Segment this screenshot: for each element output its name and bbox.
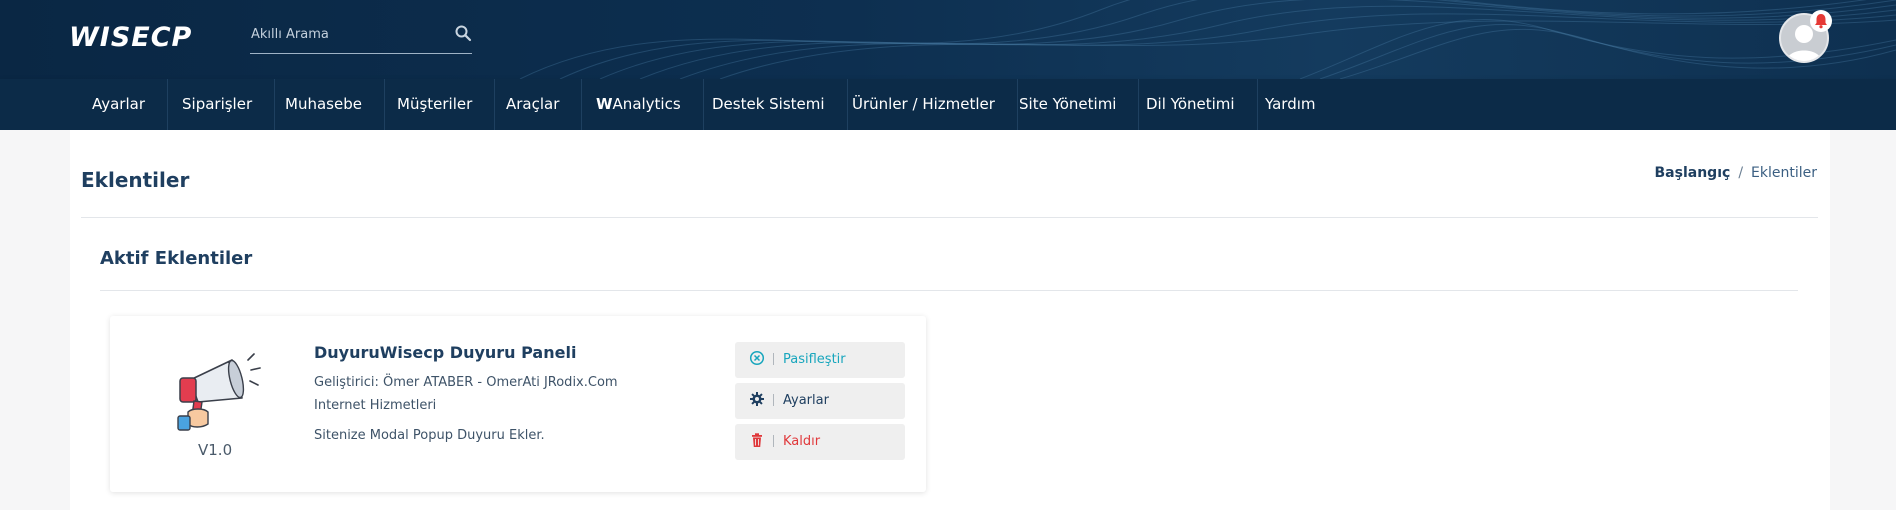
trash-icon bbox=[752, 433, 762, 447]
breadcrumb-home-link[interactable]: Başlangıç bbox=[1655, 165, 1731, 181]
settings-button[interactable]: Ayarlar bbox=[735, 383, 905, 419]
remove-label: Kaldır bbox=[783, 434, 821, 449]
bell-icon bbox=[1815, 14, 1827, 29]
search-input[interactable] bbox=[251, 24, 441, 44]
search-icon[interactable] bbox=[454, 24, 472, 42]
plugin-name: DuyuruWisecp Duyuru Paneli bbox=[314, 343, 577, 362]
plugin-version: V1.0 bbox=[198, 441, 233, 459]
deactivate-label: Pasifleştir bbox=[783, 352, 846, 367]
search-box bbox=[250, 21, 472, 54]
wisecp-logo[interactable]: WISECP bbox=[69, 22, 192, 53]
nav-item-muhasebe[interactable]: Muhasebe bbox=[285, 79, 385, 130]
deactivate-button[interactable]: Pasifleştir bbox=[735, 342, 905, 378]
nav-item-urunler-hizmetler[interactable]: Ürünler / Hizmetler bbox=[852, 79, 1018, 130]
plugin-card: V1.0 DuyuruWisecp Duyuru Paneli Geliştir… bbox=[110, 316, 926, 492]
nav-item-destek-sistemi[interactable]: Destek Sistemi bbox=[712, 79, 848, 130]
breadcrumb-separator: / bbox=[1738, 165, 1744, 181]
page-title: Eklentiler bbox=[81, 168, 190, 192]
button-separator bbox=[773, 434, 774, 447]
nav-item-ayarlar[interactable]: Ayarlar bbox=[92, 79, 169, 130]
breadcrumb: Başlangıç / Eklentiler bbox=[1655, 165, 1817, 181]
nav-item-site-yonetimi[interactable]: Site Yönetimi bbox=[1019, 79, 1140, 130]
section-title: Aktif Eklentiler bbox=[100, 248, 253, 269]
nav-item-wanalytics[interactable]: WAnalytics bbox=[596, 79, 704, 130]
settings-label: Ayarlar bbox=[783, 393, 829, 408]
plugin-description: Sitenize Modal Popup Duyuru Ekler. bbox=[314, 428, 545, 443]
top-header: WISECP bbox=[0, 0, 1896, 79]
nav-item-musteriler[interactable]: Müşteriler bbox=[397, 79, 496, 130]
main-navigation: Ayarlar Siparişler Muhasebe Müşteriler A… bbox=[0, 79, 1896, 130]
nav-item-dil-yonetimi[interactable]: Dil Yönetimi bbox=[1146, 79, 1258, 130]
plugin-developer: Geliştirici: Ömer ATABER - OmerAti JRodi… bbox=[314, 375, 618, 413]
gear-icon bbox=[750, 392, 764, 406]
nav-item-siparisler[interactable]: Siparişler bbox=[182, 79, 276, 130]
nav-item-araclar[interactable]: Araçlar bbox=[506, 79, 583, 130]
circle-x-icon bbox=[749, 350, 765, 366]
nav-item-yardim[interactable]: Yardım bbox=[1265, 79, 1338, 130]
divider bbox=[100, 290, 1798, 291]
megaphone-icon bbox=[177, 353, 261, 431]
remove-button[interactable]: Kaldır bbox=[735, 424, 905, 460]
notification-button[interactable] bbox=[1810, 10, 1832, 32]
button-separator bbox=[773, 352, 774, 365]
button-separator bbox=[773, 393, 774, 406]
breadcrumb-current: Eklentiler bbox=[1751, 165, 1817, 181]
divider bbox=[81, 217, 1818, 218]
